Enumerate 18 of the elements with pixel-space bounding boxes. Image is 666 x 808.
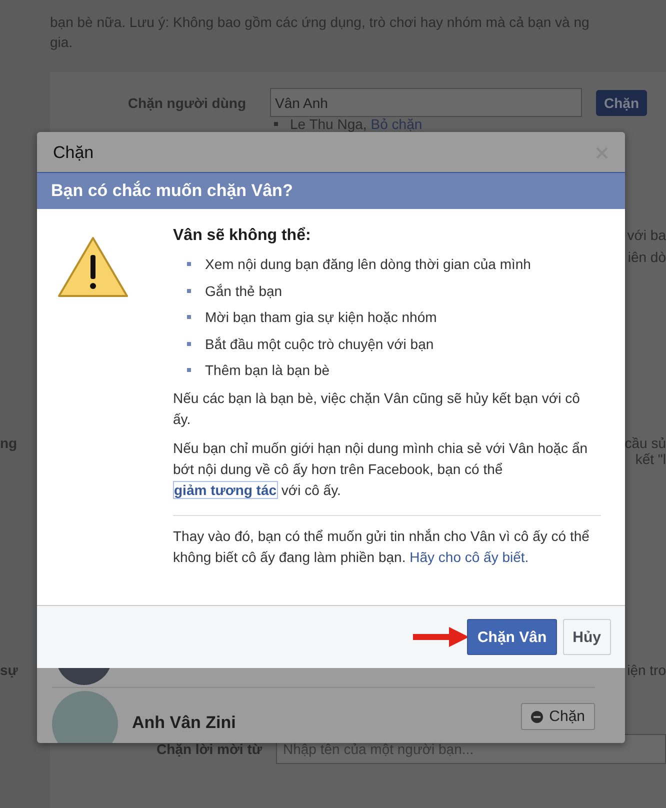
restriction-item: Xem nội dung bạn đăng lên dòng thời gian của mình xyxy=(205,256,531,272)
limit-note: Nếu bạn chỉ muốn giới hạn nội dung mình chia sẻ với Vân hoặc ẩn bớt nội dung về cô ấy hơn trên Facebook, bạn có thể giảm tương tác với cô ấy. xyxy=(173,438,589,500)
unfriend-note: Nếu các bạn là bạn bè, việc chặn Vân cũng sẽ hủy kết bạn với cô ấy. xyxy=(173,388,581,429)
confirm-block-button[interactable]: Chặn Vân xyxy=(467,619,557,655)
dialog-title: Chặn xyxy=(53,143,94,163)
dialog-title: Bạn có chắc muốn chặn Vân? xyxy=(51,181,293,201)
restriction-item: Bắt đầu một cuộc trò chuyện với bạn xyxy=(205,336,434,352)
block-button[interactable]: Chặn xyxy=(596,90,647,116)
reduce-interaction-link[interactable]: giảm tương tác xyxy=(173,480,278,498)
message-note: Thay vào đó, bạn có thể muốn gửi tin nhắn cho Vân vì cô ấy có thể không biết cô ấy đang làm phiền bạn. Hãy cho cô ấy biết. xyxy=(173,526,590,567)
restriction-item: Thêm bạn là bạn bè xyxy=(205,362,330,378)
restriction-item: Gắn thẻ bạn xyxy=(205,282,282,299)
tell-her-link[interactable]: Hãy cho cô ấy biết. xyxy=(410,548,529,564)
cancel-button[interactable]: Hủy xyxy=(562,619,611,655)
user-name: Anh Vân Zini xyxy=(132,713,237,733)
restrictions-heading: Vân sẽ không thể: xyxy=(173,227,312,245)
block-user-button[interactable]: Chặn xyxy=(521,703,595,730)
restriction-item: Mời bạn tham gia sự kiện hoặc nhóm xyxy=(205,309,437,326)
